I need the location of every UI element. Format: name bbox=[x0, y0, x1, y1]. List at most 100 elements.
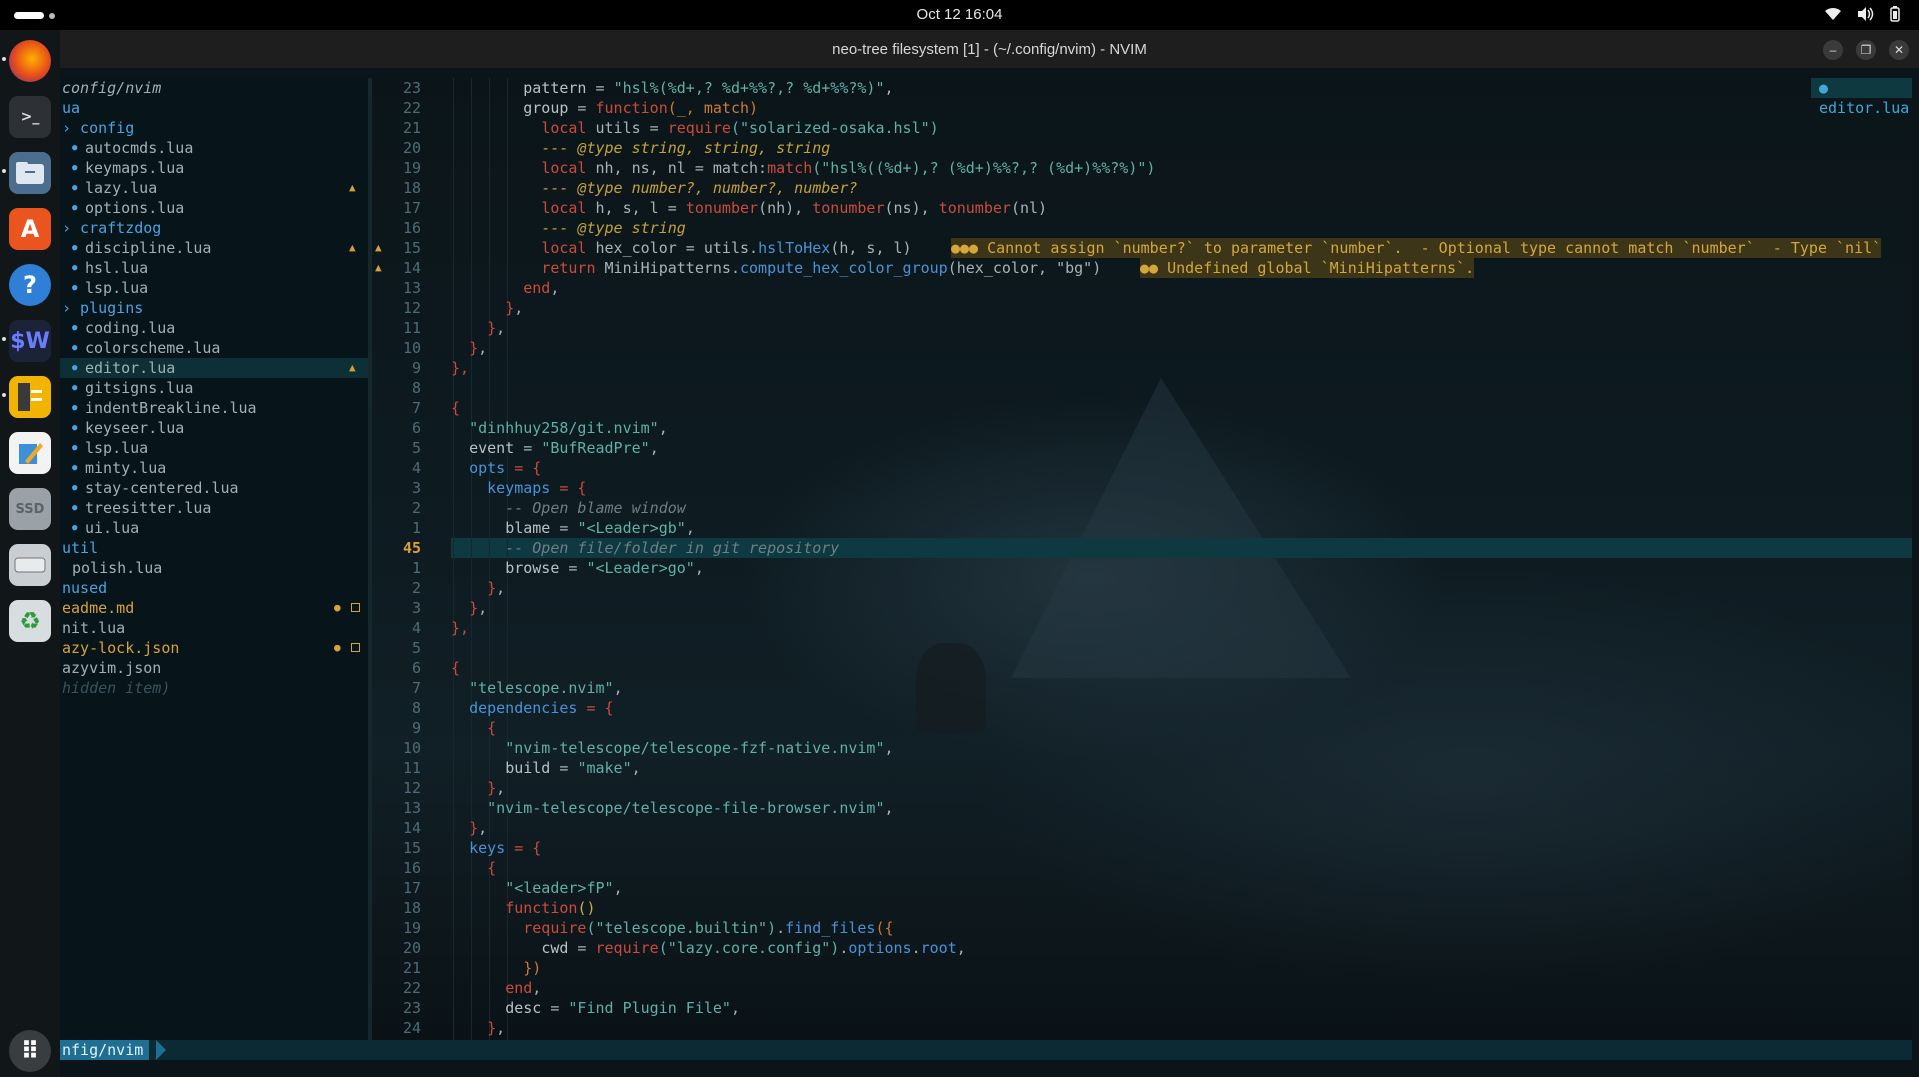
tree-item[interactable]: ● coding.lua bbox=[60, 318, 368, 338]
code-line[interactable]: { bbox=[451, 398, 460, 418]
drive-icon[interactable]: SSD bbox=[9, 488, 51, 530]
tree-item[interactable]: ● hsl.lua bbox=[60, 258, 368, 278]
clock[interactable]: Oct 12 16:04 bbox=[0, 6, 1919, 23]
code-line[interactable]: end, bbox=[451, 978, 541, 998]
code-line[interactable]: }, bbox=[451, 778, 505, 798]
tree-item[interactable]: ● options.lua bbox=[60, 198, 368, 218]
code-line[interactable]: keys = { bbox=[451, 838, 541, 858]
code-line[interactable]: --- @type string, string, string bbox=[451, 138, 830, 158]
tree-item[interactable]: ● keymaps.lua bbox=[60, 158, 368, 178]
code-line[interactable]: return MiniHipatterns.compute_hex_color_… bbox=[451, 258, 1101, 278]
code-line[interactable]: { bbox=[451, 658, 460, 678]
show-apps-icon[interactable]: ⠿ bbox=[9, 1030, 51, 1072]
code-line[interactable]: -- Open blame window bbox=[451, 498, 686, 518]
code-line[interactable]: "<leader>fP", bbox=[451, 878, 622, 898]
disk-icon[interactable] bbox=[9, 544, 51, 586]
code-line[interactable]: keymaps = { bbox=[451, 478, 586, 498]
tree-item[interactable]: ● lsp.lua bbox=[60, 438, 368, 458]
code-line[interactable]: local utils = require("solarized-osaka.h… bbox=[451, 118, 938, 138]
tree-item[interactable]: ● indentBreakline.lua bbox=[60, 398, 368, 418]
tree-item[interactable]: azyvim.json bbox=[60, 658, 368, 678]
text-editor-icon[interactable] bbox=[9, 432, 51, 474]
code-line[interactable]: desc = "Find Plugin File", bbox=[451, 998, 740, 1018]
code-line[interactable]: blame = "<Leader>gb", bbox=[451, 518, 695, 538]
tree-item[interactable]: ● lazy.lua ▲ bbox=[60, 178, 368, 198]
code-line[interactable]: }, bbox=[451, 358, 469, 378]
code-line[interactable]: local hex_color = utils.hslToHex(h, s, l… bbox=[451, 238, 911, 258]
tree-item[interactable]: ● treesitter.lua bbox=[60, 498, 368, 518]
app-center-icon[interactable]: A bbox=[9, 208, 51, 250]
calculator-icon[interactable] bbox=[9, 376, 51, 418]
tree-item[interactable]: › plugins bbox=[60, 298, 368, 318]
tree-item[interactable]: ● minty.lua bbox=[60, 458, 368, 478]
files-icon[interactable] bbox=[9, 152, 51, 194]
code-line[interactable]: require("telescope.builtin").find_files(… bbox=[451, 918, 893, 938]
code-line[interactable]: }, bbox=[451, 578, 505, 598]
code-line[interactable]: }, bbox=[451, 338, 487, 358]
code-line[interactable]: }) bbox=[451, 958, 541, 978]
code-line[interactable]: }, bbox=[451, 1018, 505, 1038]
volume-icon[interactable] bbox=[1856, 6, 1874, 25]
tree-item[interactable]: ● autocmds.lua bbox=[60, 138, 368, 158]
code-line[interactable]: }, bbox=[451, 298, 523, 318]
winbar-filename[interactable]: ● editor.lua bbox=[1811, 78, 1912, 117]
warp-icon[interactable]: $W bbox=[9, 320, 51, 362]
window-titlebar[interactable]: neo-tree filesystem [1] - (~/.config/nvi… bbox=[60, 30, 1919, 68]
code-line[interactable]: function() bbox=[451, 898, 595, 918]
tree-item[interactable]: nit.lua bbox=[60, 618, 368, 638]
code-line[interactable]: --- @type number?, number?, number? bbox=[451, 178, 857, 198]
code-line[interactable]: local h, s, l = tonumber(nh), tonumber(n… bbox=[451, 198, 1047, 218]
code-line[interactable]: { bbox=[451, 858, 496, 878]
code-line[interactable]: opts = { bbox=[451, 458, 541, 478]
tree-item[interactable]: ● lsp.lua bbox=[60, 278, 368, 298]
tree-item[interactable]: azy-lock.json ● bbox=[60, 638, 368, 658]
firefox-icon[interactable] bbox=[9, 40, 51, 82]
tree-item[interactable]: config/nvim bbox=[60, 78, 368, 98]
code-line[interactable]: browse = "<Leader>go", bbox=[451, 558, 704, 578]
code-line[interactable]: }, bbox=[451, 818, 487, 838]
code-line[interactable]: "nvim-telescope/telescope-file-browser.n… bbox=[451, 798, 893, 818]
code-line[interactable]: -- Open file/folder in git repository bbox=[451, 538, 839, 558]
tree-item[interactable]: ua bbox=[60, 98, 368, 118]
tree-item[interactable]: eadme.md ● bbox=[60, 598, 368, 618]
code-line[interactable]: "dinhhuy258/git.nvim", bbox=[451, 418, 668, 438]
tree-item[interactable]: util bbox=[60, 538, 368, 558]
tree-item[interactable]: nused bbox=[60, 578, 368, 598]
code-line[interactable]: end, bbox=[451, 278, 559, 298]
tree-item[interactable]: ● editor.lua ▲ bbox=[60, 358, 368, 378]
code-line[interactable]: build = "make", bbox=[451, 758, 640, 778]
battery-icon[interactable] bbox=[1886, 6, 1904, 25]
close-icon[interactable]: ✕ bbox=[1889, 40, 1909, 60]
code-line[interactable]: pattern = "hsl%(%d+,? %d+%%?,? %d+%%?%)"… bbox=[451, 78, 893, 98]
code-line[interactable]: --- @type string bbox=[451, 218, 686, 238]
code-line[interactable]: "telescope.nvim", bbox=[451, 678, 623, 698]
code-line[interactable]: { bbox=[451, 718, 496, 738]
code-line[interactable]: dependencies = { bbox=[451, 698, 614, 718]
maximize-icon[interactable]: ❐ bbox=[1856, 40, 1876, 60]
code-line[interactable]: group = function(_, match) bbox=[451, 98, 758, 118]
code-line[interactable]: event = "BufReadPre", bbox=[451, 438, 659, 458]
code-line[interactable]: }, bbox=[451, 618, 469, 638]
code-line[interactable]: local nh, ns, nl = match:match("hsl%((%d… bbox=[451, 158, 1155, 178]
tree-item[interactable]: ● keyseer.lua bbox=[60, 418, 368, 438]
tree-item[interactable]: › config bbox=[60, 118, 368, 138]
wifi-icon[interactable] bbox=[1824, 6, 1842, 25]
tree-item[interactable]: ● gitsigns.lua bbox=[60, 378, 368, 398]
code-line[interactable]: cwd = require("lazy.core.config").option… bbox=[451, 938, 965, 958]
code-line[interactable]: }, bbox=[451, 318, 505, 338]
tree-item[interactable]: hidden item) bbox=[60, 678, 368, 698]
tree-item[interactable]: polish.lua bbox=[60, 558, 368, 578]
minimize-icon[interactable]: – bbox=[1823, 40, 1843, 60]
neo-tree-file-explorer[interactable]: config/nvim ua › config ● autocmds.lua ● keyma… bbox=[60, 78, 368, 1040]
code-line[interactable]: }, bbox=[451, 598, 487, 618]
tree-item[interactable]: › craftzdog bbox=[60, 218, 368, 238]
tree-item[interactable]: ● stay-centered.lua bbox=[60, 478, 368, 498]
trash-icon[interactable]: ♻ bbox=[9, 600, 51, 642]
tree-item[interactable]: ● colorscheme.lua bbox=[60, 338, 368, 358]
tree-item[interactable]: ● ui.lua bbox=[60, 518, 368, 538]
code-line[interactable]: "nvim-telescope/telescope-fzf-native.nvi… bbox=[451, 738, 893, 758]
editor-pane[interactable]: ● editor.lua 23 22 21 20 19 18 17 16 15 14 13 12 11 1… bbox=[371, 78, 1912, 1040]
tree-item[interactable]: ● discipline.lua ▲ bbox=[60, 238, 368, 258]
terminal-icon[interactable]: >_ bbox=[9, 96, 51, 138]
help-icon[interactable]: ? bbox=[9, 264, 51, 306]
